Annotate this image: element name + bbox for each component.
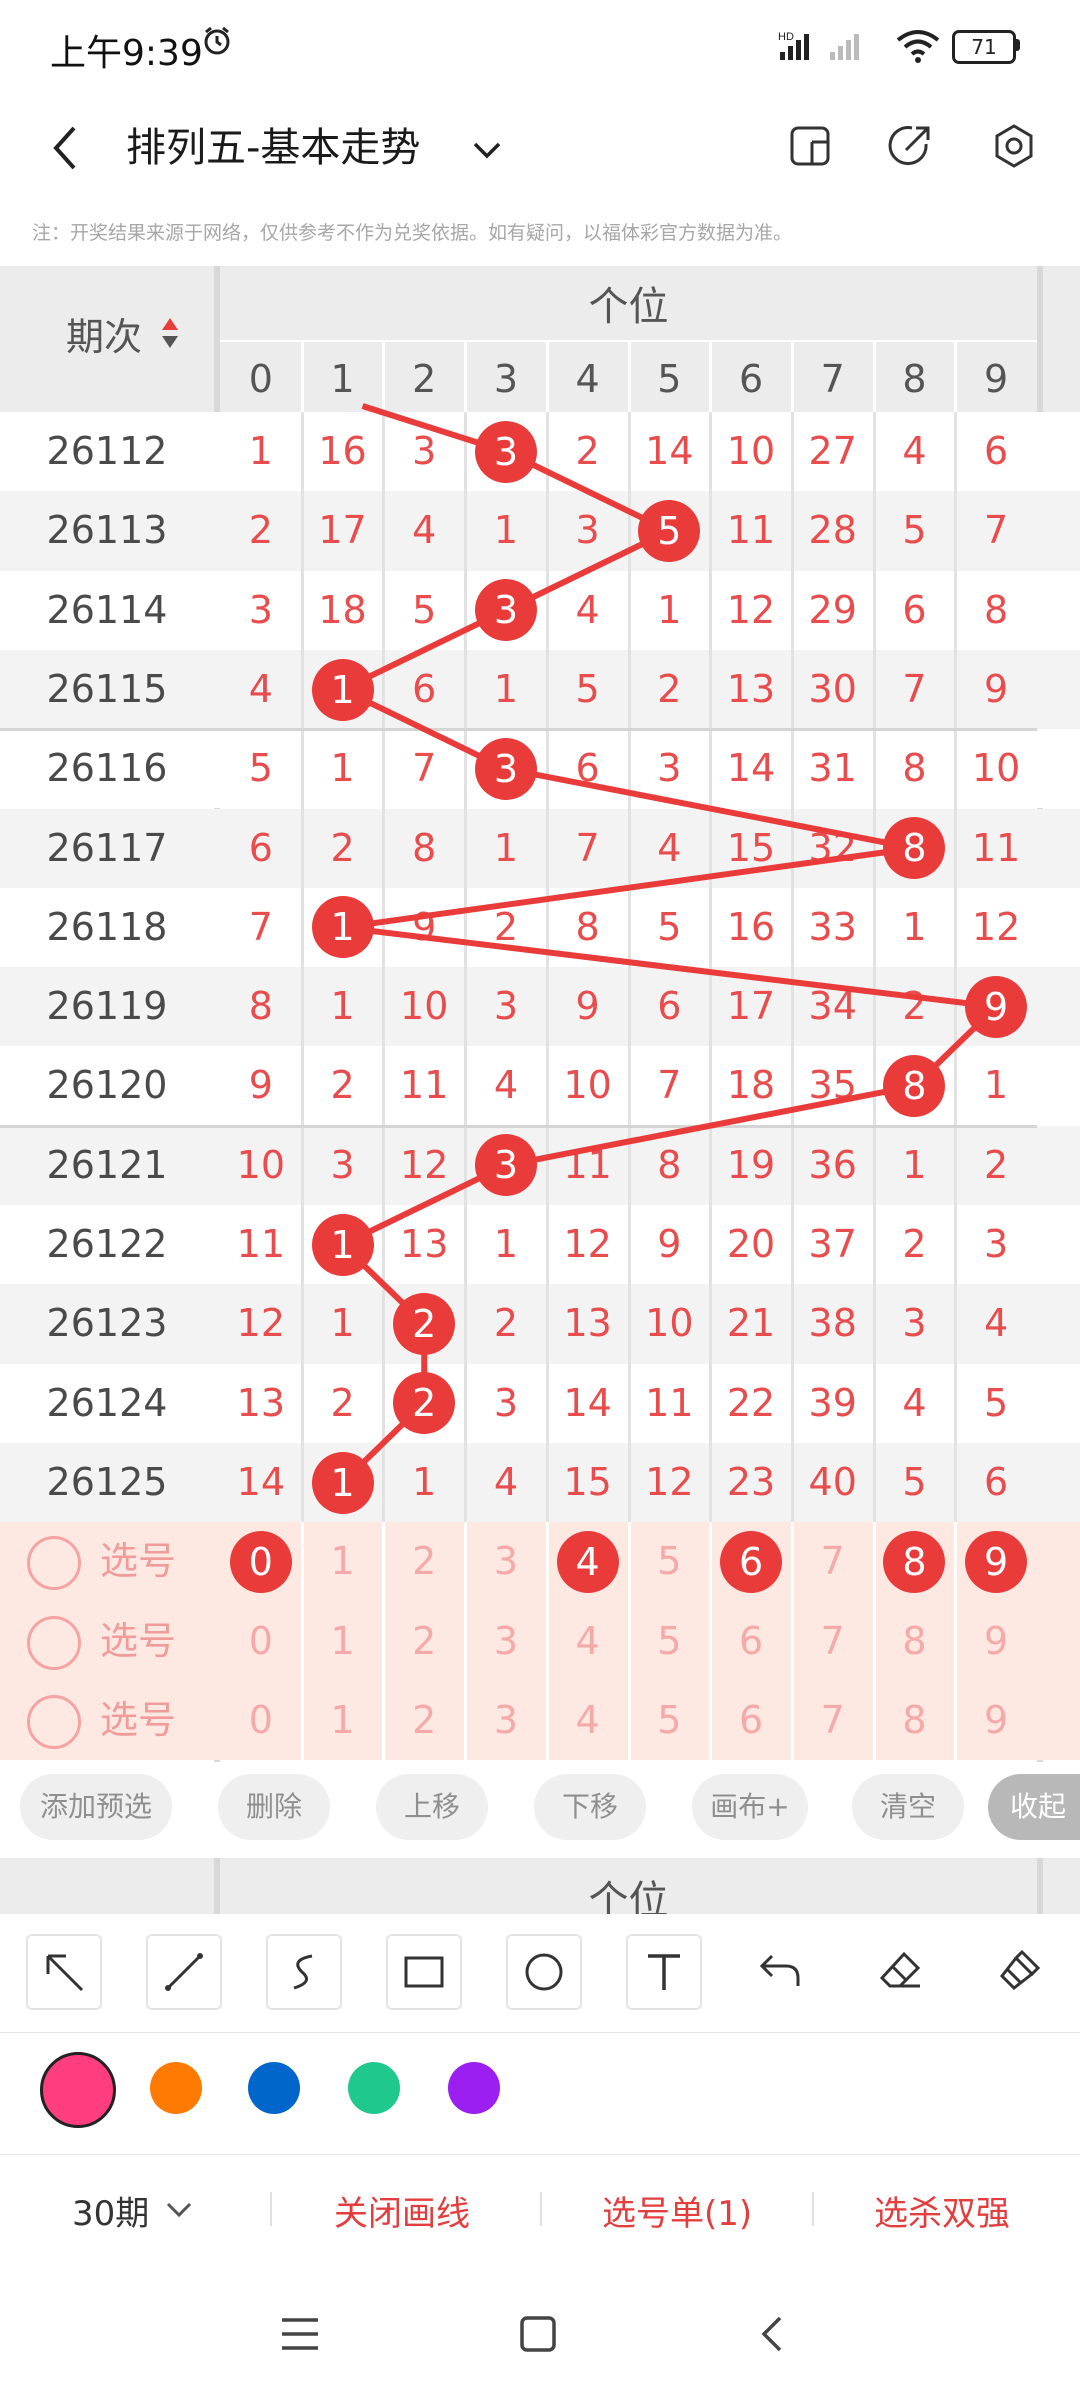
- select-row-radio[interactable]: [27, 1694, 81, 1749]
- lower-sticky-header: 个位: [0, 1858, 1080, 1924]
- select-row-label: 选号: [100, 1539, 177, 1584]
- trend-table: 期次 个位 0123456789 26112116332141027462611…: [0, 266, 1080, 1762]
- selectable-number[interactable]: 2: [383, 1681, 465, 1760]
- selectable-number[interactable]: 1: [302, 1681, 384, 1760]
- chevron-down-icon[interactable]: [164, 2194, 194, 2224]
- selected-number-ball[interactable]: 8: [883, 1530, 946, 1593]
- freehand-tool-icon[interactable]: [266, 1934, 342, 2010]
- winner-ball: 3: [474, 579, 537, 642]
- undo-icon[interactable]: [758, 1948, 802, 1992]
- column-divider-lower-right: [1037, 1858, 1043, 1914]
- selectable-number[interactable]: 0: [220, 1681, 302, 1760]
- winner-ball: 1: [311, 1451, 374, 1514]
- cellular-signal-icon: HD: [778, 31, 859, 60]
- selectable-number[interactable]: 2: [383, 1522, 465, 1601]
- winner-ball: 3: [474, 420, 537, 483]
- selected-number-ball[interactable]: 4: [556, 1530, 619, 1593]
- close-lines-button[interactable]: 关闭画线: [334, 2186, 470, 2235]
- selectable-number[interactable]: 7: [792, 1522, 874, 1601]
- selectable-number[interactable]: 4: [547, 1681, 629, 1760]
- collapse-button[interactable]: 收起: [988, 1774, 1080, 1840]
- chevron-down-icon[interactable]: [467, 130, 507, 170]
- selectable-number[interactable]: 5: [629, 1602, 711, 1681]
- selectable-number[interactable]: 8: [874, 1602, 956, 1681]
- clear-button[interactable]: 清空: [852, 1774, 964, 1840]
- status-bar: 上午9:39 HD 71: [0, 0, 1080, 96]
- color-swatch[interactable]: [448, 2062, 500, 2114]
- arrow-tool-icon[interactable]: [26, 1934, 102, 2010]
- home-icon[interactable]: [518, 2314, 558, 2354]
- eraser-icon[interactable]: [878, 1948, 922, 1992]
- winner-ball: 2: [393, 1292, 456, 1355]
- selectable-number[interactable]: 6: [710, 1681, 792, 1760]
- selectable-number[interactable]: 1: [302, 1522, 384, 1601]
- status-time: 上午9:39: [50, 33, 203, 74]
- selectable-number[interactable]: 8: [874, 1681, 956, 1760]
- winner-ball: 1: [311, 896, 374, 959]
- circle-tool-icon[interactable]: [506, 1934, 582, 2010]
- select-row-label: 选号: [100, 1697, 177, 1742]
- selectable-number[interactable]: 7: [792, 1602, 874, 1681]
- divider: [540, 2192, 542, 2226]
- color-swatch[interactable]: [150, 2062, 202, 2114]
- text-tool-icon[interactable]: [626, 1934, 702, 2010]
- selectable-number[interactable]: 9: [955, 1602, 1037, 1681]
- disclaimer-note: 注：开奖结果来源于网络，仅供参考不作为兑奖依据。如有疑问，以福体彩官方数据为准。: [32, 222, 793, 244]
- selectable-number[interactable]: 5: [629, 1522, 711, 1601]
- winner-ball: 5: [638, 499, 701, 562]
- select-row-radio[interactable]: [27, 1536, 81, 1591]
- color-swatch[interactable]: [248, 2062, 300, 2114]
- settings-icon[interactable]: [990, 122, 1038, 170]
- selectable-number[interactable]: 3: [465, 1522, 547, 1601]
- move-up-button[interactable]: 上移: [376, 1774, 488, 1840]
- selectable-number[interactable]: 9: [955, 1681, 1037, 1760]
- alarm-icon: [204, 26, 230, 55]
- winner-ball: 1: [311, 658, 374, 721]
- selectable-number[interactable]: 0: [220, 1602, 302, 1681]
- share-icon[interactable]: [886, 122, 934, 170]
- divider: [270, 2192, 272, 2226]
- selectable-number[interactable]: 6: [710, 1602, 792, 1681]
- battery-indicator: 71: [952, 30, 1016, 64]
- selectable-number[interactable]: 5: [629, 1681, 711, 1760]
- line-tool-icon[interactable]: [146, 1934, 222, 2010]
- wifi-icon: [896, 30, 940, 63]
- canvas-plus-button[interactable]: 画布+: [692, 1774, 808, 1840]
- winner-ball: 3: [474, 1134, 537, 1197]
- winner-ball: 3: [474, 737, 537, 800]
- delete-button[interactable]: 删除: [218, 1774, 330, 1840]
- selected-number-ball[interactable]: 0: [229, 1530, 292, 1593]
- kill-double-button[interactable]: 选杀双强: [874, 2186, 1010, 2235]
- add-preselect-button[interactable]: 添加预选: [20, 1774, 172, 1840]
- pick-list-button[interactable]: 选号单(1): [602, 2186, 752, 2235]
- svg-text:HD: HD: [778, 31, 794, 43]
- selectable-number[interactable]: 7: [792, 1681, 874, 1760]
- color-swatch[interactable]: [348, 2062, 400, 2114]
- selectable-number[interactable]: 3: [465, 1681, 547, 1760]
- select-row-radio[interactable]: [27, 1615, 81, 1670]
- clear-brush-icon[interactable]: [998, 1948, 1042, 1992]
- layout-icon[interactable]: [786, 122, 834, 170]
- move-down-button[interactable]: 下移: [534, 1774, 646, 1840]
- divider: [812, 2192, 814, 2226]
- selected-number-ball[interactable]: 6: [720, 1530, 783, 1593]
- select-row-label: 选号: [100, 1618, 177, 1663]
- period-count-select[interactable]: 30期: [72, 2186, 149, 2235]
- color-swatch[interactable]: [40, 2052, 116, 2128]
- selectable-number[interactable]: 3: [465, 1602, 547, 1681]
- winner-ball: 1: [311, 1213, 374, 1276]
- selected-number-ball[interactable]: 9: [965, 1530, 1028, 1593]
- back-icon[interactable]: [44, 118, 84, 178]
- selectable-number[interactable]: 2: [383, 1602, 465, 1681]
- selectable-number[interactable]: 4: [547, 1602, 629, 1681]
- page-title[interactable]: 排列五-基本走势: [126, 118, 420, 178]
- back-nav-icon[interactable]: [756, 2314, 788, 2354]
- battery-tip: [1015, 39, 1020, 51]
- winner-ball: 9: [965, 975, 1028, 1038]
- menu-icon[interactable]: [280, 2316, 320, 2352]
- rectangle-tool-icon[interactable]: [386, 1934, 462, 2010]
- selectable-number[interactable]: 1: [302, 1602, 384, 1681]
